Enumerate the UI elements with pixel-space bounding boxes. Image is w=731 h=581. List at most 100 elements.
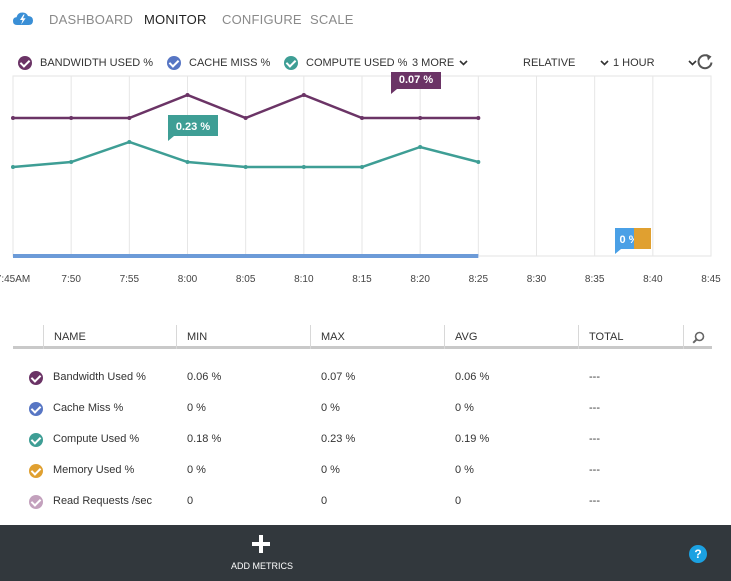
table-row[interactable]: Compute Used % 0.18 % 0.23 % 0.19 % --- bbox=[13, 424, 712, 455]
data-point bbox=[185, 160, 190, 164]
data-point bbox=[185, 93, 190, 97]
cell-total: --- bbox=[589, 433, 600, 445]
x-tick-label: 7:45AM bbox=[0, 274, 30, 285]
column-header-avg[interactable]: AVG bbox=[444, 325, 578, 349]
x-tick-label: 8:00 bbox=[178, 274, 198, 285]
x-tick-label: 7:55 bbox=[120, 274, 140, 285]
x-tick-label: 8:25 bbox=[469, 274, 489, 285]
cell-min: 0.06 % bbox=[187, 371, 222, 383]
add-metrics-button[interactable]: ADD METRICS bbox=[226, 531, 298, 577]
cell-total: --- bbox=[589, 371, 600, 383]
table-row[interactable]: Read Requests /sec 0 0 0 --- bbox=[13, 486, 712, 517]
add-metrics-label: ADD METRICS bbox=[230, 561, 293, 571]
check-circle-icon[interactable] bbox=[29, 433, 43, 447]
column-header-min[interactable]: MIN bbox=[176, 325, 310, 349]
table-search-button[interactable] bbox=[683, 325, 712, 349]
chevron-down-icon bbox=[600, 60, 610, 66]
data-point bbox=[301, 165, 306, 169]
check-circle-icon[interactable] bbox=[29, 371, 43, 385]
legend-item-bandwidth[interactable]: BANDWIDTH USED % bbox=[18, 55, 153, 71]
data-point bbox=[360, 165, 364, 169]
metrics-line-chart: 7:45AM 7:50 7:55 8:00 8:05 8:10 8:15 8:20 8:25 8:… bbox=[0, 72, 721, 285]
legend-item-compute[interactable]: COMPUTE USED % bbox=[284, 55, 407, 71]
cell-avg: 0.19 % bbox=[455, 433, 490, 445]
data-point bbox=[127, 140, 132, 144]
legend-label: COMPUTE USED % bbox=[306, 57, 408, 69]
table-row[interactable]: Memory Used % 0 % 0 % 0 % --- bbox=[13, 455, 712, 486]
x-tick-label: 7:50 bbox=[61, 274, 81, 285]
table-row[interactable]: Bandwidth Used % 0.06 % 0.07 % 0.06 % --- bbox=[13, 362, 712, 393]
cell-max: 0.07 % bbox=[321, 371, 356, 383]
cell-min: 0 % bbox=[187, 402, 206, 414]
time-span-select[interactable]: 1 HOUR bbox=[613, 55, 697, 71]
cloud-bolt-icon[interactable] bbox=[12, 9, 34, 29]
more-metrics-dropdown[interactable]: 3 MORE bbox=[412, 55, 468, 71]
x-tick-label: 8:45 bbox=[701, 274, 721, 285]
column-header-name[interactable]: NAME bbox=[43, 325, 176, 349]
cell-total: --- bbox=[589, 402, 600, 414]
cell-min: 0.18 % bbox=[187, 433, 222, 445]
x-tick-label: 8:05 bbox=[236, 274, 256, 285]
legend-item-cache-miss[interactable]: CACHE MISS % bbox=[167, 55, 272, 71]
cell-avg: 0 % bbox=[455, 402, 474, 414]
data-point bbox=[127, 116, 132, 120]
check-circle-icon[interactable] bbox=[29, 402, 43, 416]
column-header-total[interactable]: TOTAL bbox=[578, 325, 683, 349]
cell-avg: 0 % bbox=[455, 464, 474, 476]
column-header-max[interactable]: MAX bbox=[310, 325, 444, 349]
data-point bbox=[11, 165, 15, 169]
x-tick-label: 8:30 bbox=[527, 274, 547, 285]
data-point bbox=[301, 93, 306, 97]
help-icon[interactable]: ? bbox=[689, 545, 707, 563]
x-tick-label: 8:10 bbox=[294, 274, 314, 285]
cell-avg: 0.06 % bbox=[455, 371, 490, 383]
data-point bbox=[418, 116, 423, 120]
tab-dashboard[interactable]: DASHBOARD bbox=[49, 12, 133, 27]
range-mode-select[interactable]: RELATIVE bbox=[523, 55, 610, 71]
metrics-table-header: NAME MIN MAX AVG TOTAL bbox=[13, 325, 712, 349]
check-circle-icon bbox=[167, 56, 181, 70]
command-bar: ADD METRICS ? bbox=[0, 525, 731, 581]
legend-label: CACHE MISS % bbox=[189, 57, 271, 69]
x-tick-label: 8:40 bbox=[643, 274, 663, 285]
data-point bbox=[476, 160, 481, 164]
x-tick-label: 8:15 bbox=[352, 274, 372, 285]
cell-name: Memory Used % bbox=[53, 464, 135, 476]
data-point bbox=[243, 165, 248, 169]
check-circle-icon[interactable] bbox=[29, 464, 43, 478]
check-circle-icon[interactable] bbox=[29, 495, 43, 509]
cell-min: 0 % bbox=[187, 464, 206, 476]
x-tick-label: 8:20 bbox=[410, 274, 430, 285]
cell-name: Bandwidth Used % bbox=[53, 371, 146, 383]
cell-max: 0 % bbox=[321, 402, 340, 414]
cell-total: --- bbox=[589, 464, 600, 476]
search-icon bbox=[692, 331, 705, 344]
data-point bbox=[476, 116, 481, 120]
cell-max: 0 bbox=[321, 495, 328, 507]
data-point bbox=[11, 116, 15, 120]
data-point bbox=[360, 116, 364, 120]
chevron-down-icon bbox=[459, 60, 468, 66]
tab-scale[interactable]: SCALE bbox=[310, 12, 354, 27]
time-span-label: 1 HOUR bbox=[613, 57, 655, 69]
range-mode-label: RELATIVE bbox=[523, 57, 576, 69]
cell-max: 0.23 % bbox=[321, 433, 356, 445]
cell-total: --- bbox=[589, 495, 600, 507]
cell-name: Read Requests /sec bbox=[53, 495, 153, 507]
top-nav: DASHBOARD MONITOR CONFIGURE SCALE bbox=[0, 0, 731, 40]
data-point bbox=[69, 160, 74, 164]
data-point bbox=[243, 116, 248, 120]
data-point bbox=[69, 116, 74, 120]
tab-configure[interactable]: CONFIGURE bbox=[222, 12, 302, 27]
tab-monitor[interactable]: MONITOR bbox=[144, 12, 207, 27]
refresh-icon[interactable] bbox=[695, 52, 715, 72]
x-tick-label: 8:35 bbox=[585, 274, 605, 285]
cell-name: Compute Used % bbox=[53, 433, 140, 445]
callout-label: 0.07 % bbox=[399, 74, 433, 86]
cell-avg: 0 bbox=[455, 495, 462, 507]
table-row[interactable]: Cache Miss % 0 % 0 % 0 % --- bbox=[13, 393, 712, 424]
plus-icon bbox=[252, 535, 270, 553]
more-metrics-label: 3 MORE bbox=[412, 57, 455, 69]
cell-name: Cache Miss % bbox=[53, 402, 124, 414]
data-point bbox=[418, 145, 423, 149]
